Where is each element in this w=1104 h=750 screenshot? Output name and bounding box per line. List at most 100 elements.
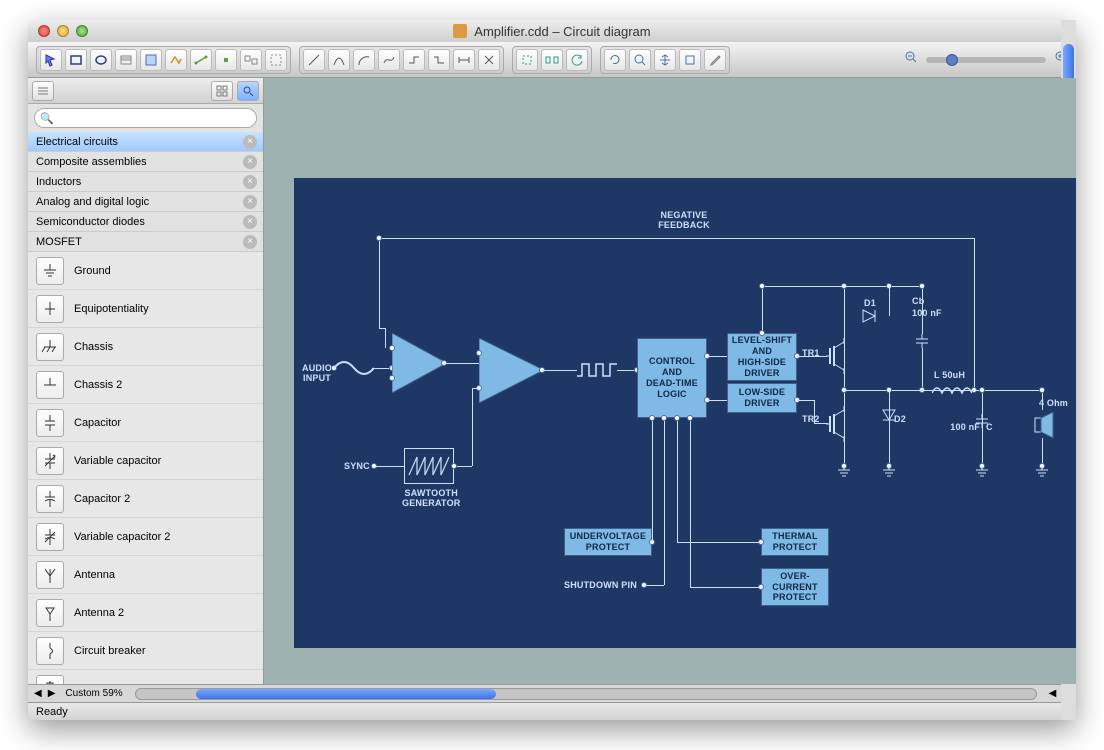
category-mosfet[interactable]: MOSFET× xyxy=(28,232,263,252)
route-tool[interactable] xyxy=(428,49,450,71)
category-analog-digital-logic[interactable]: Analog and digital logic× xyxy=(28,192,263,212)
label-shutdown: SHUTDOWN PIN xyxy=(564,580,637,590)
category-inductors[interactable]: Inductors× xyxy=(28,172,263,192)
scissors-tool[interactable] xyxy=(478,49,500,71)
block-level-shift[interactable]: LEVEL-SHIFT AND HIGH-SIDE DRIVER xyxy=(727,333,797,381)
label-audio-input: AUDIO INPUT xyxy=(302,363,332,383)
zoom-label: Custom 59% xyxy=(65,688,122,699)
close-icon[interactable]: × xyxy=(243,135,257,149)
node-tool[interactable] xyxy=(215,49,237,71)
zoom-tool[interactable] xyxy=(629,49,651,71)
ungroup-tool[interactable] xyxy=(265,49,287,71)
inductor-symbol[interactable] xyxy=(932,383,972,397)
fit-tool[interactable] xyxy=(679,49,701,71)
grid-tab[interactable] xyxy=(211,81,233,101)
shape-variable-capacitor[interactable]: Variable capacitor xyxy=(28,442,263,480)
pointer-tool[interactable] xyxy=(40,49,62,71)
shape-circuit-breaker[interactable]: Circuit breaker xyxy=(28,632,263,670)
tree-tab[interactable] xyxy=(32,81,54,101)
text-tool[interactable] xyxy=(115,49,137,71)
status-bar: Ready xyxy=(28,702,1076,720)
shape-variable-capacitor-2[interactable]: Variable capacitor 2 xyxy=(28,518,263,556)
close-icon[interactable]: × xyxy=(243,175,257,189)
toolbar xyxy=(28,42,1076,78)
distribute-tool[interactable] xyxy=(541,49,563,71)
shape-ground[interactable]: Ground xyxy=(28,252,263,290)
category-semiconductor-diodes[interactable]: Semiconductor diodes× xyxy=(28,212,263,232)
close-icon[interactable]: × xyxy=(243,155,257,169)
horizontal-scrollbar[interactable] xyxy=(135,688,1037,700)
zoom-out-icon[interactable] xyxy=(904,50,918,69)
search-input[interactable] xyxy=(34,108,257,128)
category-list: Electrical circuits× Composite assemblie… xyxy=(28,132,263,252)
select-tool[interactable] xyxy=(140,49,162,71)
chassis-icon xyxy=(36,333,64,361)
block-thermal[interactable]: THERMAL PROTECT xyxy=(761,528,829,556)
group-tool[interactable] xyxy=(240,49,262,71)
category-composite-assemblies[interactable]: Composite assemblies× xyxy=(28,152,263,172)
diagram-canvas[interactable]: NEGATIVE FEEDBACK AUDIO INPUT xyxy=(294,178,1076,648)
fuse-icon xyxy=(36,675,64,685)
label-sawtooth: SAWTOOTH GENERATOR xyxy=(402,488,460,508)
eyedropper-tool[interactable] xyxy=(704,49,726,71)
cb-symbol[interactable] xyxy=(914,334,930,348)
tab-next-icon[interactable]: ▶ xyxy=(48,688,56,699)
pulse-icon xyxy=(577,360,617,380)
pan-tool[interactable] xyxy=(654,49,676,71)
category-electrical-circuits[interactable]: Electrical circuits× xyxy=(28,132,263,152)
variable-capacitor-icon xyxy=(36,447,64,475)
block-sawtooth[interactable] xyxy=(404,448,454,484)
antenna-icon xyxy=(36,561,64,589)
tr2-symbol[interactable] xyxy=(826,406,850,442)
dimension-tool[interactable] xyxy=(453,49,475,71)
shape-antenna[interactable]: Antenna xyxy=(28,556,263,594)
block-low-side[interactable]: LOW-SIDE DRIVER xyxy=(727,383,797,413)
ground-icon xyxy=(36,257,64,285)
sine-icon xyxy=(334,360,374,376)
circuit-breaker-icon xyxy=(36,637,64,665)
block-overcurrent[interactable]: OVER- CURRENT PROTECT xyxy=(761,568,829,606)
shape-antenna-2[interactable]: Antenna 2 xyxy=(28,594,263,632)
label-sync: SYNC xyxy=(344,461,370,471)
block-control[interactable]: CONTROL AND DEAD-TIME LOGIC xyxy=(637,338,707,418)
rotate-tool[interactable] xyxy=(566,49,588,71)
c-symbol[interactable] xyxy=(974,414,990,428)
curve-tool[interactable] xyxy=(328,49,350,71)
spline-tool[interactable] xyxy=(378,49,400,71)
shape-capacitor[interactable]: Capacitor xyxy=(28,404,263,442)
close-icon[interactable]: × xyxy=(243,235,257,249)
refresh-tool[interactable] xyxy=(604,49,626,71)
tr1-symbol[interactable] xyxy=(826,338,850,374)
connector-tool[interactable] xyxy=(190,49,212,71)
capacitor-2-icon xyxy=(36,485,64,513)
shape-chassis[interactable]: Chassis xyxy=(28,328,263,366)
polyline-tool[interactable] xyxy=(165,49,187,71)
chassis-2-icon xyxy=(36,371,64,399)
shape-chassis-2[interactable]: Chassis 2 xyxy=(28,366,263,404)
close-icon[interactable]: × xyxy=(243,195,257,209)
capacitor-icon xyxy=(36,409,64,437)
orthogonal-tool[interactable] xyxy=(403,49,425,71)
align-tool[interactable] xyxy=(516,49,538,71)
shape-capacitor-2[interactable]: Capacitor 2 xyxy=(28,480,263,518)
search-tab[interactable] xyxy=(237,81,259,101)
shape-equipotentiality[interactable]: Equipotentiality xyxy=(28,290,263,328)
ellipse-tool[interactable] xyxy=(90,49,112,71)
label-negative-feedback: NEGATIVE FEEDBACK xyxy=(644,210,724,230)
line-tool[interactable] xyxy=(303,49,325,71)
shape-list[interactable]: Ground Equipotentiality Chassis Chassis … xyxy=(28,252,263,684)
zoom-slider[interactable] xyxy=(926,57,1046,63)
rect-tool[interactable] xyxy=(65,49,87,71)
d1-symbol[interactable] xyxy=(859,306,879,326)
equipotentiality-icon xyxy=(36,295,64,323)
shape-fuse[interactable]: Fuse xyxy=(28,670,263,684)
speaker-symbol[interactable] xyxy=(1029,410,1059,440)
tab-prev-icon[interactable]: ◀ xyxy=(34,688,42,699)
sidebar: 🔍 Electrical circuits× Composite assembl… xyxy=(28,78,264,684)
label-load: 4 Ohm xyxy=(1039,398,1068,408)
scroll-left-icon[interactable]: ◀ xyxy=(1049,688,1057,699)
block-undervoltage[interactable]: UNDERVOLTAGE PROTECT xyxy=(564,528,652,556)
close-icon[interactable]: × xyxy=(243,215,257,229)
canvas-area[interactable]: NEGATIVE FEEDBACK AUDIO INPUT xyxy=(264,78,1076,684)
arc-tool[interactable] xyxy=(353,49,375,71)
